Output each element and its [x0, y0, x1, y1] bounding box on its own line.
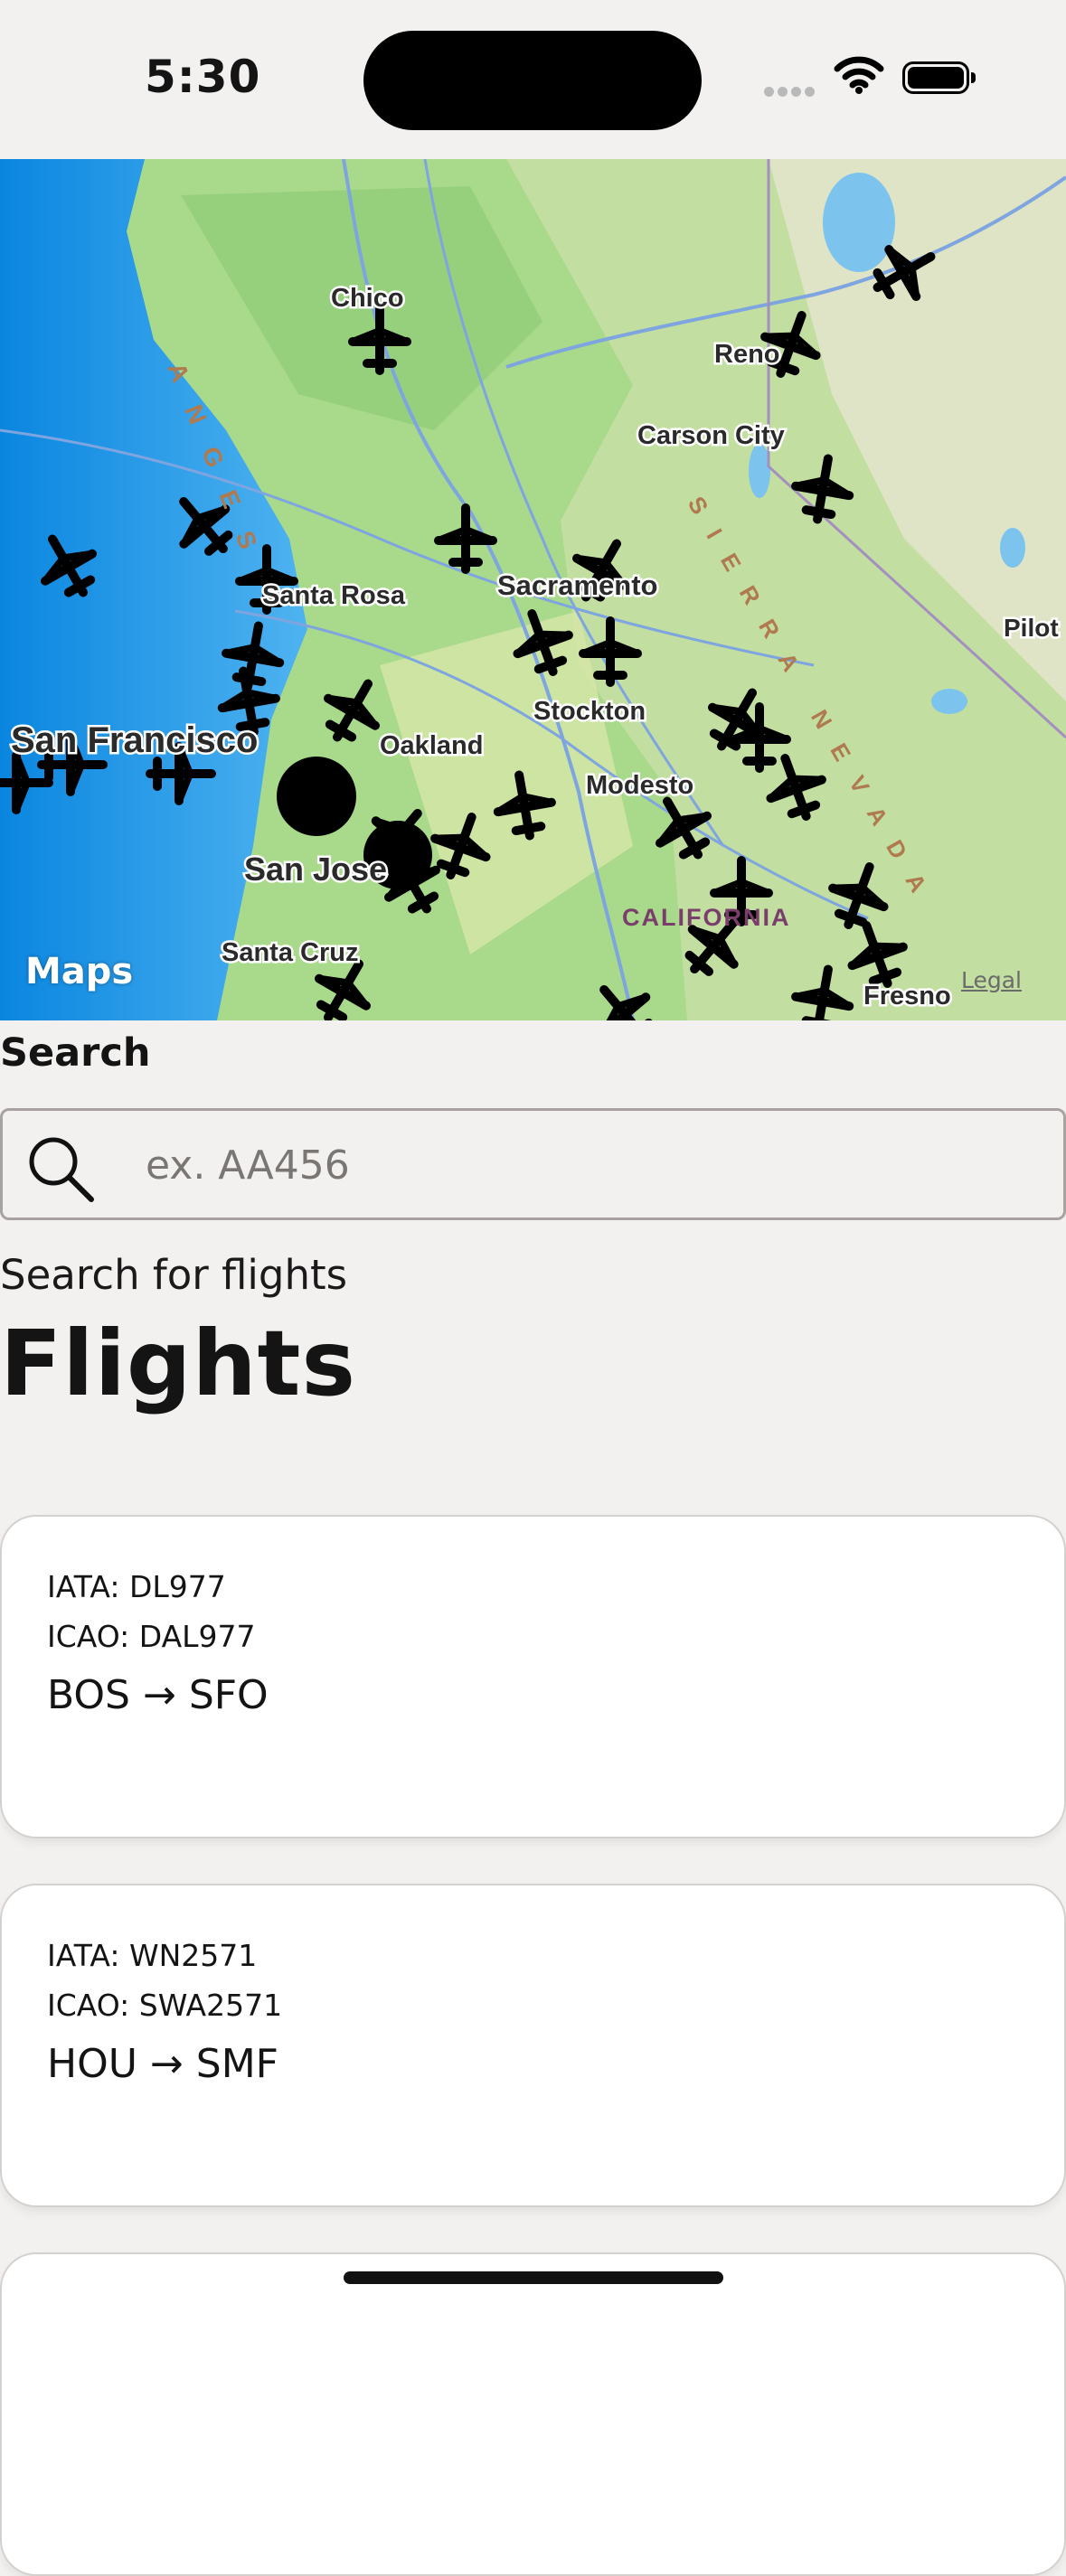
flight-map[interactable]: Chico Reno Carson City Santa Rosa Sacram…	[0, 159, 1066, 1020]
dynamic-island	[363, 31, 702, 130]
cellular-signal-icon	[764, 83, 818, 100]
flight-icao: ICAO: DAL977	[47, 1619, 256, 1654]
map-label-san-jose: San Jose	[244, 851, 387, 888]
search-input[interactable]	[146, 1136, 1014, 1194]
map-label-stockton: Stockton	[533, 697, 646, 726]
battery-icon	[902, 61, 976, 94]
flight-route: BOS → SFO	[47, 1672, 269, 1718]
flight-iata: IATA: WN2571	[47, 1938, 258, 1973]
map-label-reno: Reno	[714, 340, 780, 369]
search-icon	[24, 1133, 97, 1208]
map-label-oakland: Oakland	[380, 731, 483, 760]
search-field[interactable]	[0, 1108, 1066, 1220]
search-label: Search	[0, 1030, 151, 1076]
home-indicator[interactable]	[344, 2271, 723, 2284]
status-time: 5:30	[145, 51, 261, 103]
map-label-sacramento: Sacramento	[497, 569, 657, 601]
status-bar: 5:30	[0, 0, 1066, 159]
flight-card[interactable]: IATA: WN2571 ICAO: SWA2571 HOU → SMF	[0, 1884, 1066, 2207]
flight-icao: ICAO: SWA2571	[47, 1988, 283, 2023]
flight-route: HOU → SMF	[47, 2041, 278, 2087]
map-label-san-francisco: San Francisco	[11, 720, 258, 760]
map-label-santa-cruz: Santa Cruz	[222, 938, 358, 967]
map-label-pilot: Pilot	[1004, 614, 1059, 642]
map-label-fresno: Fresno	[863, 982, 951, 1011]
map-label-modesto: Modesto	[586, 771, 693, 800]
flight-card[interactable]: IATA: DL977 ICAO: DAL977 BOS → SFO	[0, 1515, 1066, 1838]
map-label-carson-city: Carson City	[637, 421, 785, 450]
map-label-california: CALIFORNIA	[622, 904, 790, 931]
map-label-chico: Chico	[331, 284, 404, 313]
flight-iata: IATA: DL977	[47, 1569, 226, 1604]
legal-link[interactable]: Legal	[961, 967, 1022, 993]
search-subtitle: Search for flights	[0, 1251, 348, 1299]
maps-attribution: Maps	[25, 951, 134, 992]
map-label-santa-rosa: Santa Rosa	[262, 581, 406, 610]
flight-card-partial[interactable]	[0, 2252, 1066, 2576]
wifi-icon	[834, 56, 884, 98]
page-title: Flights	[0, 1311, 356, 1416]
